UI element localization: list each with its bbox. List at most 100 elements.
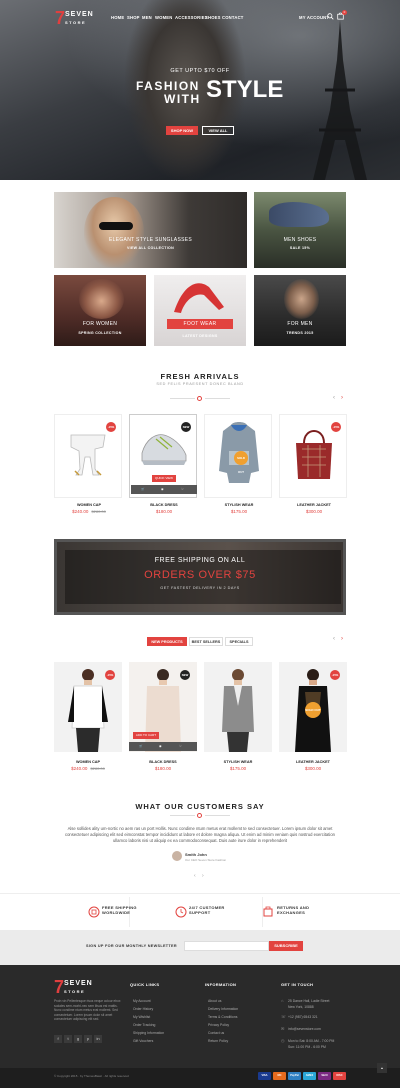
footer-link[interactable]: Terms & Conditions (208, 1015, 237, 1019)
heart-icon[interactable]: ♡ (179, 742, 182, 751)
next-arrow-icon[interactable]: › (202, 873, 204, 879)
banner-title: MEN SHOES (283, 237, 317, 243)
contact-city: New York, 10888 (288, 1005, 314, 1009)
footer-link[interactable]: About us (208, 999, 221, 1003)
model-photo (284, 279, 319, 319)
contact-phone[interactable]: +12 (987) 6543 321 (288, 1015, 318, 1019)
my-account-link[interactable]: MY ACCOUNT (299, 15, 329, 20)
twitter-icon[interactable]: t (64, 1035, 72, 1043)
hero-banner: 7 SEVEN STORE HOME SHOP MEN WOMEN ACCESS… (0, 0, 400, 180)
prev-arrow-icon[interactable]: ‹ (194, 873, 196, 879)
product-card[interactable]: -15% (54, 662, 122, 752)
footer-link[interactable]: Privacy Policy (208, 1023, 229, 1027)
free-shipping-promo[interactable]: FREE SHIPPING ON ALL ORDERS OVER $75 GET… (54, 539, 346, 615)
search-icon[interactable] (327, 13, 334, 20)
banner-for-women[interactable]: FOR WOMEN SPRING COLLECTION (54, 275, 146, 346)
footer: 7 SEVEN STORE Proin vin Pellentesque ris… (0, 965, 400, 1068)
product-name[interactable]: STYLISH WEAR (204, 760, 272, 764)
product-name[interactable]: WOMEN CAP (55, 503, 123, 507)
product-name[interactable]: WOMEN CAP (54, 760, 122, 764)
tab-best-sellers[interactable]: BEST SELLERS (189, 637, 223, 646)
back-to-top-button[interactable]: ▲ (377, 1063, 387, 1073)
google-plus-icon[interactable]: g (74, 1035, 82, 1043)
bag-image (296, 430, 332, 479)
tab-specials[interactable]: SPECIALS (225, 637, 253, 646)
product-price-row: $240.00 $280.00 (55, 509, 123, 514)
product-card[interactable]: NEW ADD TO CART 🛒 ◉ ♡ (129, 662, 197, 752)
nav-men[interactable]: MEN (142, 15, 152, 20)
nav-shoes[interactable]: SHOES (205, 15, 221, 20)
product-name[interactable]: BLACK DRESS (129, 760, 197, 764)
prev-arrow-icon[interactable]: ‹ (333, 395, 335, 401)
model-photo (79, 279, 124, 319)
footer-link[interactable]: Contact us (208, 1031, 224, 1035)
nav-home[interactable]: HOME (111, 15, 124, 20)
nav-accessories[interactable]: ACCESSORIES (175, 15, 208, 20)
footer-link[interactable]: My Wishlist (133, 1015, 150, 1019)
eiffel-tower-image (313, 20, 367, 180)
footer-link[interactable]: Order History (133, 1007, 153, 1011)
promo-line2: ORDERS OVER $75 (144, 569, 256, 581)
facebook-icon[interactable]: f (54, 1035, 62, 1043)
eye-icon[interactable]: ◉ (159, 742, 162, 751)
product-card[interactable]: -15% SOLD OUT (279, 662, 347, 752)
subscribe-button[interactable]: SUBSCRIBE (269, 941, 303, 951)
banner-foot-wear[interactable]: FOOT WEAR LATEST DESIGNS (154, 275, 246, 346)
visa-icon: VISA (258, 1072, 271, 1080)
footer-link[interactable]: My Account (133, 999, 151, 1003)
heart-icon[interactable]: ♡ (181, 485, 184, 494)
view-all-button[interactable]: VIEW ALL (202, 126, 234, 135)
sunglasses-shape (99, 222, 133, 230)
newsletter-email-input[interactable] (184, 941, 269, 951)
banner-men-shoes[interactable]: MEN SHOES SALE 15% (254, 192, 346, 268)
nav-shop[interactable]: SHOP (127, 15, 140, 20)
eye-icon[interactable]: ◉ (161, 485, 164, 494)
product-card[interactable]: NEW QUICK VIEW 🛒 ◉ ♡ BLACK DRESS $180.00 (129, 414, 197, 514)
product-name[interactable]: LEATHER JACKET (280, 503, 348, 507)
next-arrow-icon[interactable]: › (341, 395, 343, 401)
shop-now-button[interactable]: SHOP NOW (166, 126, 198, 135)
footer-link[interactable]: Delivery Information (208, 1007, 238, 1011)
contact-email[interactable]: info@sevenstore.com (288, 1027, 321, 1031)
cart-icon[interactable]: 🛒 (141, 485, 145, 494)
discount-badge: -15% (331, 422, 341, 432)
divider-dot (197, 396, 202, 401)
footer-link[interactable]: Return Policy (208, 1039, 228, 1043)
newsletter-label: SIGN UP FOR OUR MONTHLY NEWSLETTER (86, 944, 177, 948)
product-name[interactable]: BLACK DRESS (130, 503, 198, 507)
banner-sunglasses[interactable]: ELEGANT STYLE SUNGLASSES VIEW ALL COLLEC… (54, 192, 247, 268)
banner-for-men[interactable]: FOR MEN TRENDS 2015 (254, 275, 346, 346)
product-card[interactable]: -15% WOMEN CAP $240.00 $280.00 (54, 414, 122, 514)
add-to-cart-button[interactable]: ADD TO CART (133, 732, 159, 739)
pinterest-icon[interactable]: p (84, 1035, 92, 1043)
product-card[interactable] (204, 662, 272, 752)
testimonial-author-role: Our CEO Seven Store Fashion (185, 858, 227, 862)
avatar (172, 851, 182, 861)
model-image (222, 669, 254, 752)
footer-link[interactable]: Gift Vouchers (133, 1039, 153, 1043)
logo-mark: 7 (55, 8, 66, 28)
footer-link[interactable]: Shipping Information (133, 1031, 164, 1035)
banner-subtitle: VIEW ALL COLLECTION (126, 246, 175, 250)
banner-title: FOR WOMEN (82, 321, 118, 327)
nav-women[interactable]: WOMEN (155, 15, 173, 20)
product-card[interactable]: -15% LEATHER JACKET $300.00 (279, 414, 347, 514)
product-name[interactable]: LEATHER JACKET (279, 760, 347, 764)
tab-new-products[interactable]: NEW PRODUCTS (147, 637, 187, 646)
logo-mark: 7 (54, 977, 65, 997)
quick-view-button[interactable]: QUICK VIEW (152, 475, 176, 482)
chair-image (70, 434, 106, 476)
linkedin-icon[interactable]: in (94, 1035, 102, 1043)
feature-line2: EXCHANGES (277, 910, 306, 915)
product-name[interactable]: STYLISH WEAR (205, 503, 273, 507)
prev-arrow-icon[interactable]: ‹ (333, 636, 335, 642)
divider-dot (197, 813, 202, 818)
nav-contact[interactable]: CONTACT (222, 15, 244, 20)
shoe-shape (269, 202, 329, 227)
product-card[interactable]: SOLD OUT STYLISH WEAR $175.00 (204, 414, 272, 514)
next-arrow-icon[interactable]: › (341, 636, 343, 642)
footer-link[interactable]: Order Tracking (133, 1023, 155, 1027)
cart-icon[interactable]: 🛒 (139, 742, 143, 751)
product-price: $300.00 (304, 766, 322, 771)
contact-title: GET IN TOUCH (281, 982, 314, 987)
